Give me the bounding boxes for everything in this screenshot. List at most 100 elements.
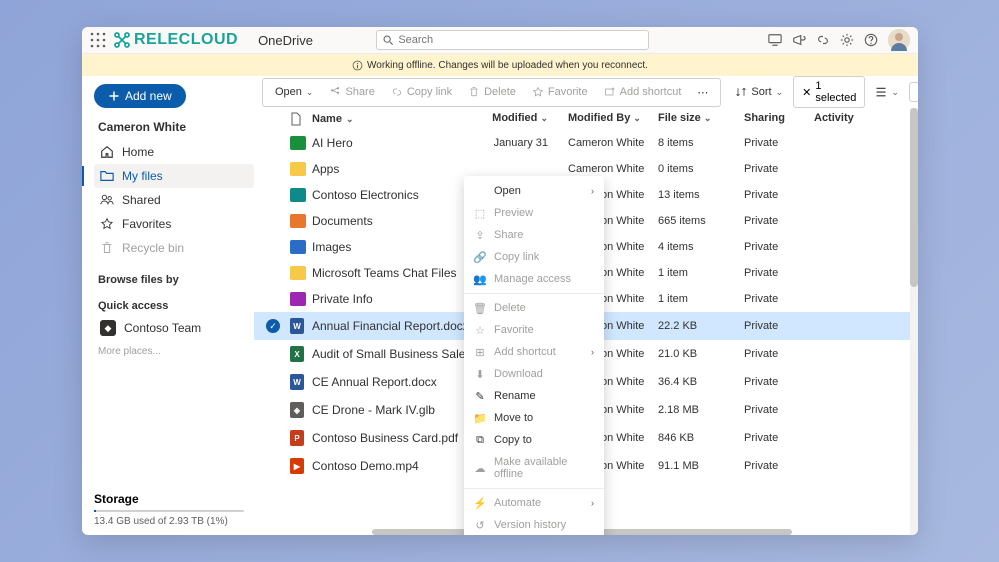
list-icon bbox=[875, 86, 887, 98]
menu-label: Download bbox=[494, 368, 543, 380]
sidebar-item-favorites[interactable]: Favorites bbox=[94, 212, 254, 236]
table-row[interactable]: AI Hero January 31 Cameron White 8 items… bbox=[254, 130, 918, 156]
file-name: Apps bbox=[312, 162, 472, 176]
nav-label: Home bbox=[122, 145, 154, 159]
menu-icon: ↺ bbox=[474, 519, 486, 531]
menu-icon: ⬇ bbox=[474, 368, 486, 380]
menu-label: Move to bbox=[494, 412, 533, 424]
file-name: Audit of Small Business Sales.xlsx bbox=[312, 347, 472, 361]
storage-section: Storage 13.4 GB used of 2.93 TB (1%) bbox=[94, 484, 244, 535]
help-icon[interactable] bbox=[864, 33, 878, 47]
more-button[interactable]: ⋯ bbox=[691, 82, 714, 103]
search-input[interactable] bbox=[398, 34, 642, 46]
menu-label: Rename bbox=[494, 390, 536, 402]
menu-label: Manage access bbox=[494, 273, 571, 285]
chevron-right-icon: › bbox=[591, 498, 594, 508]
menu-icon: 📁 bbox=[474, 412, 486, 424]
menu-icon: ☆ bbox=[474, 324, 486, 336]
waffle-icon[interactable] bbox=[90, 32, 106, 48]
file-sharing: Private bbox=[744, 137, 814, 149]
file-sharing: Private bbox=[744, 320, 814, 332]
file-name: Contoso Business Card.pdf bbox=[312, 431, 472, 445]
sort-button[interactable]: Sort⌄ bbox=[729, 82, 789, 102]
menu-label: Copy link bbox=[494, 251, 539, 263]
file-size: 0 items bbox=[658, 163, 744, 175]
nav-label: My files bbox=[122, 169, 163, 183]
copy-link-button[interactable]: Copy link bbox=[385, 82, 458, 102]
docx-icon: W bbox=[290, 374, 304, 390]
menu-item-open[interactable]: Open › bbox=[464, 180, 604, 202]
menu-item-version-history: ↺Version history bbox=[464, 514, 604, 535]
link-icon[interactable] bbox=[816, 33, 830, 47]
menu-item-manage-access: 👥Manage access bbox=[464, 268, 604, 290]
quick-access-item[interactable]: ◆ Contoso Team bbox=[94, 316, 254, 340]
menu-item-automate: ⚡Automate› bbox=[464, 492, 604, 514]
menu-icon: ⊞ bbox=[474, 346, 486, 358]
file-size: 1 item bbox=[658, 267, 744, 279]
trash-icon bbox=[100, 241, 114, 255]
menu-icon: ⧉ bbox=[474, 434, 486, 446]
folder-icon bbox=[290, 292, 306, 306]
add-new-label: Add new bbox=[125, 89, 172, 103]
file-size: 22.2 KB bbox=[658, 320, 744, 332]
th-icon[interactable] bbox=[290, 112, 312, 126]
monitor-icon[interactable] bbox=[768, 33, 782, 47]
menu-item-preview: ⬚Preview bbox=[464, 202, 604, 224]
more-places-link[interactable]: More places... bbox=[98, 346, 254, 357]
th-file-size[interactable]: File size ⌄ bbox=[658, 112, 744, 126]
menu-label: Favorite bbox=[494, 324, 534, 336]
search-box[interactable] bbox=[376, 30, 649, 50]
offline-banner: Working offline. Changes will be uploade… bbox=[82, 54, 918, 76]
file-modified-by: Cameron White bbox=[568, 163, 658, 175]
vertical-scrollbar[interactable] bbox=[910, 108, 918, 535]
scrollbar-thumb[interactable] bbox=[910, 108, 918, 287]
menu-icon: 🗑 bbox=[474, 302, 486, 314]
storage-text: 13.4 GB used of 2.93 TB (1%) bbox=[94, 516, 244, 527]
share-button[interactable]: Share bbox=[323, 82, 380, 102]
avatar[interactable] bbox=[888, 29, 910, 51]
th-modified[interactable]: Modified ⌄ bbox=[472, 112, 568, 126]
sidebar-item-my-files[interactable]: My files bbox=[94, 164, 254, 188]
folder-icon bbox=[290, 188, 306, 202]
file-sharing: Private bbox=[744, 376, 814, 388]
menu-icon bbox=[474, 185, 486, 197]
delete-button[interactable]: Delete bbox=[462, 82, 522, 102]
titlebar-actions bbox=[768, 29, 910, 51]
menu-item-delete: 🗑Delete bbox=[464, 297, 604, 319]
chevron-right-icon: › bbox=[591, 186, 594, 196]
add-shortcut-button[interactable]: Add shortcut bbox=[598, 82, 688, 102]
th-name[interactable]: Name⌄ bbox=[312, 112, 472, 126]
favorite-button[interactable]: Favorite bbox=[526, 82, 594, 102]
th-modified-by[interactable]: Modified By ⌄ bbox=[568, 112, 658, 126]
clear-selection-icon[interactable]: ✕ bbox=[802, 86, 811, 99]
megaphone-icon[interactable] bbox=[792, 33, 806, 47]
th-sharing[interactable]: Sharing bbox=[744, 112, 814, 126]
menu-item-copy-to[interactable]: ⧉ Copy to bbox=[464, 429, 604, 451]
context-menu: Open›⬚Preview⇪Share🔗Copy link👥Manage acc… bbox=[464, 176, 604, 535]
sidebar-item-home[interactable]: Home bbox=[94, 140, 254, 164]
menu-item-add-shortcut: ⊞Add shortcut› bbox=[464, 341, 604, 363]
view-button[interactable]: ⌄ bbox=[869, 82, 905, 102]
details-toggle[interactable]: Details bbox=[909, 82, 918, 102]
sidebar-item-shared[interactable]: Shared bbox=[94, 188, 254, 212]
menu-item-move-to[interactable]: 📁 Move to bbox=[464, 407, 604, 429]
docx-icon: W bbox=[290, 318, 304, 334]
file-size: 4 items bbox=[658, 241, 744, 253]
selection-pill[interactable]: ✕1 selected bbox=[793, 76, 865, 108]
file-sharing: Private bbox=[744, 348, 814, 360]
open-button[interactable]: Open⌄ bbox=[269, 82, 319, 102]
file-sharing: Private bbox=[744, 267, 814, 279]
sort-icon bbox=[735, 86, 747, 98]
add-new-button[interactable]: Add new bbox=[94, 84, 186, 108]
menu-item-share: ⇪Share bbox=[464, 224, 604, 246]
search-icon bbox=[383, 35, 394, 46]
th-activity[interactable]: Activity bbox=[814, 112, 874, 126]
menu-label: Copy to bbox=[494, 434, 532, 446]
menu-icon: ☁ bbox=[474, 462, 486, 474]
gear-icon[interactable] bbox=[840, 33, 854, 47]
file-sharing: Private bbox=[744, 432, 814, 444]
sidebar-item-recycle-bin: Recycle bin bbox=[94, 236, 254, 260]
menu-item-rename[interactable]: ✎ Rename bbox=[464, 385, 604, 407]
menu-label: Open bbox=[494, 185, 521, 197]
menu-icon: ✎ bbox=[474, 390, 486, 402]
